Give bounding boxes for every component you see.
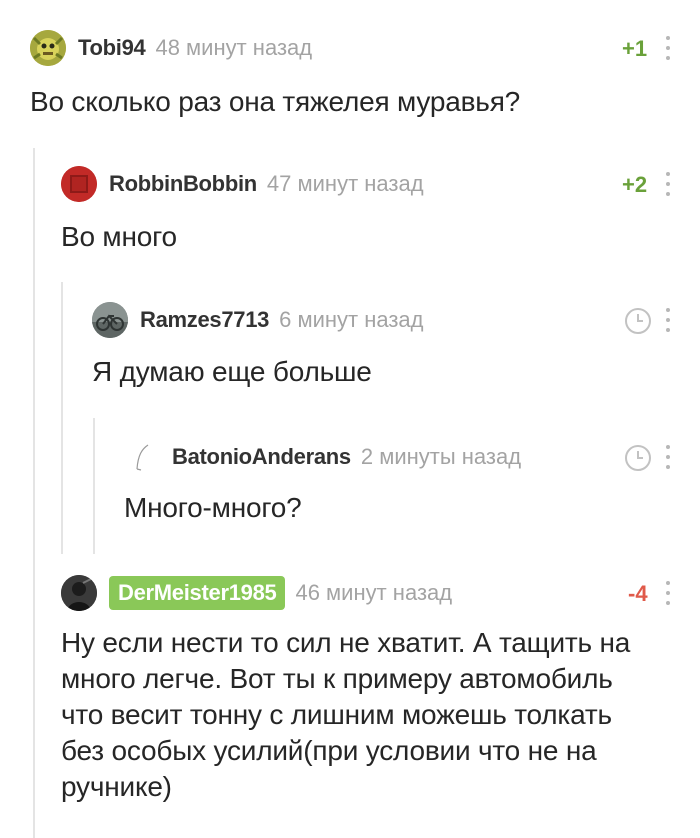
avatar[interactable]	[124, 439, 160, 475]
thread-branch-line	[93, 418, 95, 554]
timestamp: 48 минут назад	[155, 35, 313, 60]
rating: -4	[628, 581, 648, 606]
avatar[interactable]	[30, 30, 66, 66]
comment-header: RobbinBobbin 47 минут назад	[61, 164, 424, 204]
bicycle-avatar-icon	[92, 302, 128, 338]
rating: +1	[622, 36, 648, 61]
rating: +2	[622, 172, 648, 197]
timestamp: 6 минут назад	[279, 307, 424, 332]
avatar[interactable]	[61, 575, 97, 611]
sketch-avatar-icon	[136, 444, 149, 471]
comment-header: Ramzes7713 6 минут назад	[92, 300, 424, 340]
comment-text-line: Ну если нести то сил не хватит. А тащить…	[61, 627, 631, 658]
creature-avatar-icon	[30, 30, 66, 66]
comment-text-line: без особых усилий(при условии что не на	[61, 735, 597, 766]
square-avatar-icon	[61, 166, 97, 202]
thread-branch-line	[61, 282, 63, 554]
comment-header: BatonioAnderans 2 минуты назад	[124, 437, 521, 477]
clock-icon	[625, 308, 651, 334]
username[interactable]: BatonioAnderans	[172, 444, 351, 470]
more-icon[interactable]	[665, 445, 671, 469]
username[interactable]: Ramzes7713	[140, 307, 269, 333]
more-icon[interactable]	[665, 36, 671, 60]
comment-header: Tobi94 48 минут назад	[30, 28, 312, 68]
more-icon[interactable]	[665, 172, 671, 196]
person-avatar-icon	[61, 575, 97, 611]
username[interactable]: Tobi94	[78, 35, 146, 61]
comment-text: Много-много?	[124, 492, 302, 523]
timestamp: 2 минуты назад	[360, 444, 522, 469]
comment-text-line: ручнике)	[61, 771, 172, 802]
comment-text: Во много	[61, 221, 177, 252]
comment-text-line: много легче. Вот ты к примеру автомобиль	[61, 663, 613, 694]
comment-text: Ну если нести то сил не хватит. А тащить…	[61, 625, 630, 805]
comment-text: Я думаю еще больше	[92, 356, 372, 387]
username[interactable]: RobbinBobbin	[109, 171, 257, 197]
avatar[interactable]	[61, 166, 97, 202]
thread-branch-line	[33, 148, 35, 838]
avatar[interactable]	[92, 302, 128, 338]
author-badge[interactable]: DerMeister1985	[109, 576, 286, 610]
comment-text-line: что весит тонну с лишним можешь толкать	[61, 699, 612, 730]
more-icon[interactable]	[665, 581, 671, 605]
more-icon[interactable]	[665, 308, 671, 332]
comment-text: Во сколько раз она тяжелея муравья?	[30, 86, 521, 117]
timestamp: 47 минут назад	[266, 171, 424, 196]
comment-header: DerMeister1985 46 минут назад	[61, 573, 452, 613]
timestamp: 46 минут назад	[295, 580, 453, 605]
clock-icon	[625, 445, 651, 471]
